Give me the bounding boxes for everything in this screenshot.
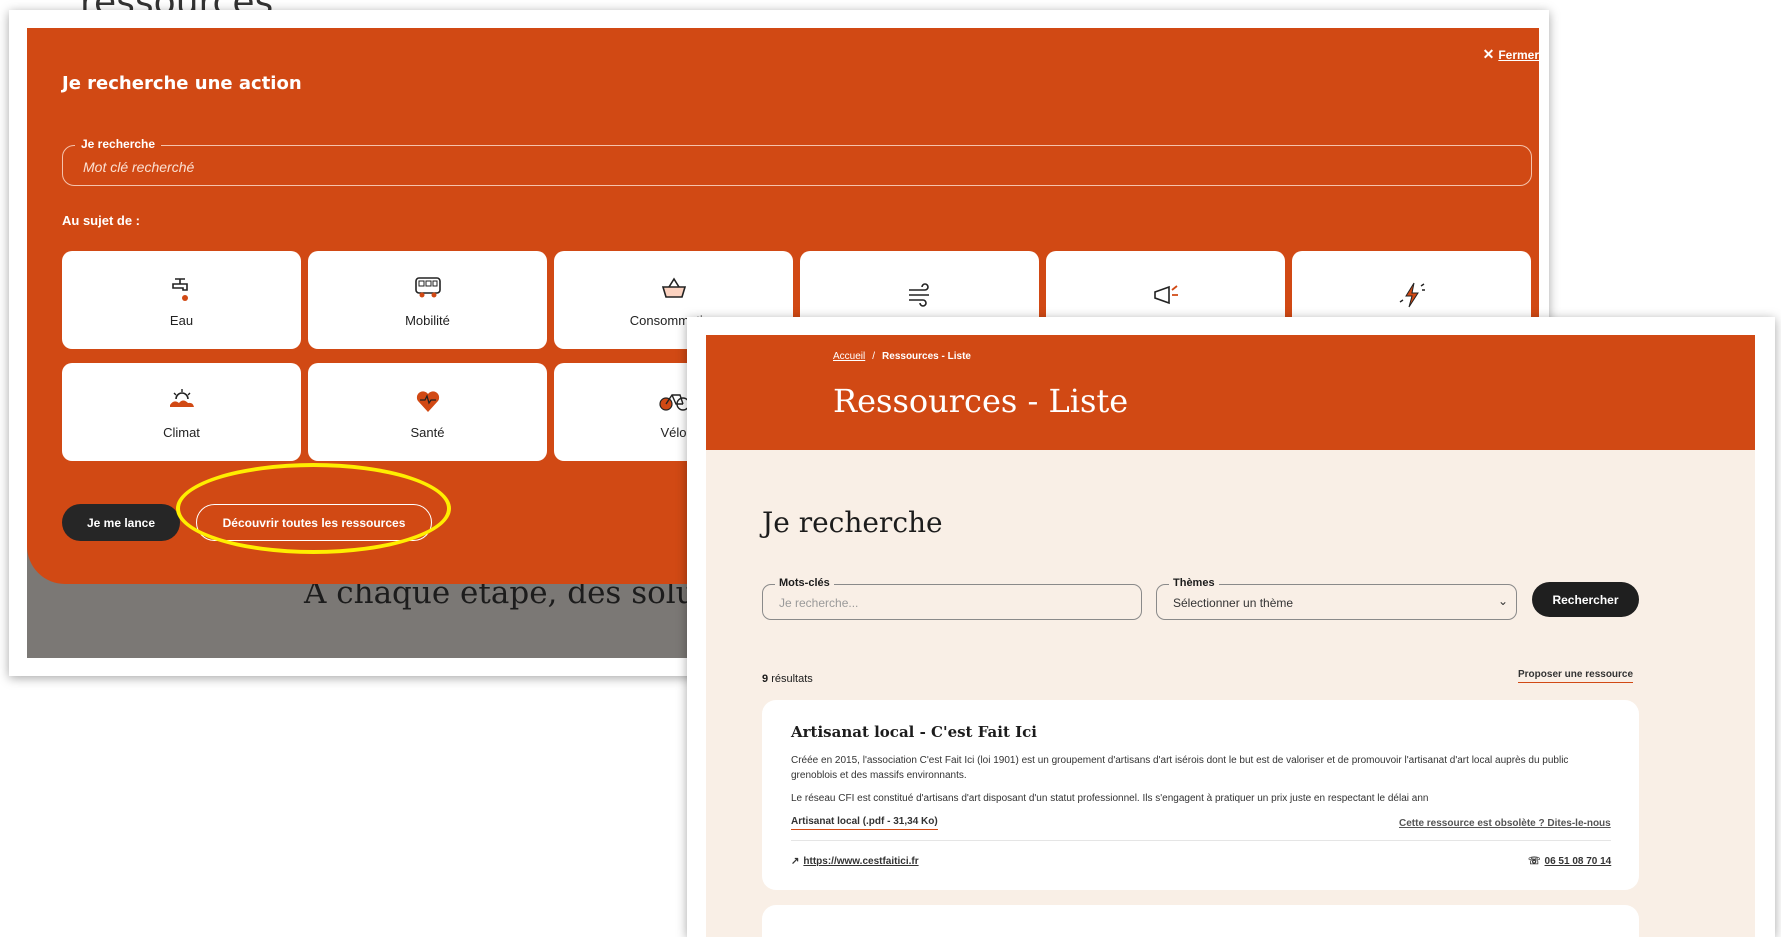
resource-description-extra: Le réseau CFI est constitué d'artisans d… [791,793,1429,804]
website-url: https://www.cestfaitici.fr [803,856,919,867]
page-title: Ressources - Liste [833,382,1129,420]
themes-select[interactable]: Thèmes Sélectionner un thème ⌄ [1156,577,1517,620]
search-legend: Je recherche [75,137,162,151]
lightning-icon [1399,282,1425,308]
resources-list-screenshot: Accueil / Ressources - Liste Ressources … [687,317,1775,937]
resource-title: Artisanat local - C'est Fait Ici [791,723,1037,741]
resource-website-link[interactable]: ↗ https://www.cestfaitici.fr [791,856,919,867]
tile-label: Climat [163,424,200,440]
resource-card-next [762,905,1639,937]
bus-icon [414,276,441,297]
themes-legend: Thèmes [1169,577,1219,589]
resource-description: Créée en 2015, l'association C'est Fait … [791,755,1569,781]
tile-mobilite[interactable]: Mobilité [308,251,547,349]
search-placeholder: Mot clé recherché [83,159,195,175]
keywords-input[interactable]: Mots-clés Je recherche... [762,577,1142,620]
start-button[interactable]: Je me lance [62,504,180,541]
resources-content: Je recherche Mots-clés Je recherche... T… [706,450,1755,937]
card-divider [791,840,1611,841]
megaphone-icon [1153,285,1178,305]
close-label: Fermer [1498,47,1539,62]
breadcrumb: Accueil / Ressources - Liste [833,351,971,362]
results-label: résultats [771,673,813,685]
page-header: Accueil / Ressources - Liste Ressources … [706,335,1755,450]
tile-climat[interactable]: Climat [62,363,301,461]
close-button[interactable]: ✕ Fermer [1483,46,1539,63]
heart-pulse-icon [416,390,439,412]
themes-selected-value: Sélectionner un thème [1173,596,1294,610]
resource-phone-link[interactable]: ☏ 06 51 08 70 14 [1528,856,1611,867]
results-count: 9 résultats [762,673,813,685]
propose-resource-link[interactable]: Proposer une ressource [1518,669,1634,683]
tile-eau[interactable]: Eau [62,251,301,349]
composite-screenshot: ressources À chaque étape, des solutions… [0,0,1781,937]
about-label: Au sujet de : [62,213,141,228]
tile-label: Mobilité [405,312,450,328]
bicycle-icon [658,393,690,411]
resource-file-link[interactable]: Artisanat local (.pdf - 31,34 Ko) [791,816,938,830]
tile-label: Vélo [660,424,687,440]
wind-icon [908,283,929,307]
report-obsolete-link[interactable]: Cette ressource est obsolète ? Dites-le-… [1399,818,1611,829]
water-tap-icon [171,277,188,301]
tile-label: Santé [410,424,445,440]
phone-number: 06 51 08 70 14 [1544,856,1612,867]
highlight-annotation [176,463,451,554]
close-icon: ✕ [1482,46,1495,62]
keywords-placeholder: Je recherche... [779,596,859,610]
tile-sante[interactable]: Santé [308,363,547,461]
search-title: Je recherche [762,506,943,539]
chevron-down-icon: ⌄ [1497,594,1508,608]
breadcrumb-separator: / [872,351,876,362]
breadcrumb-current: Ressources - Liste [882,351,971,362]
search-input[interactable]: Je recherche Mot clé recherché [62,137,1532,186]
phone-icon: ☏ [1528,856,1541,867]
results-number: 9 [762,673,769,685]
resource-card: Artisanat local - C'est Fait Ici Créée e… [762,700,1639,890]
modal-title: Je recherche une action [62,73,302,94]
tile-label: Eau [169,312,194,328]
basket-icon [661,276,686,298]
search-button[interactable]: Rechercher [1532,582,1639,617]
sun-cloud-icon [169,388,194,407]
keywords-legend: Mots-clés [775,577,834,589]
breadcrumb-home-link[interactable]: Accueil [833,351,865,362]
external-link-icon: ↗ [791,856,800,867]
